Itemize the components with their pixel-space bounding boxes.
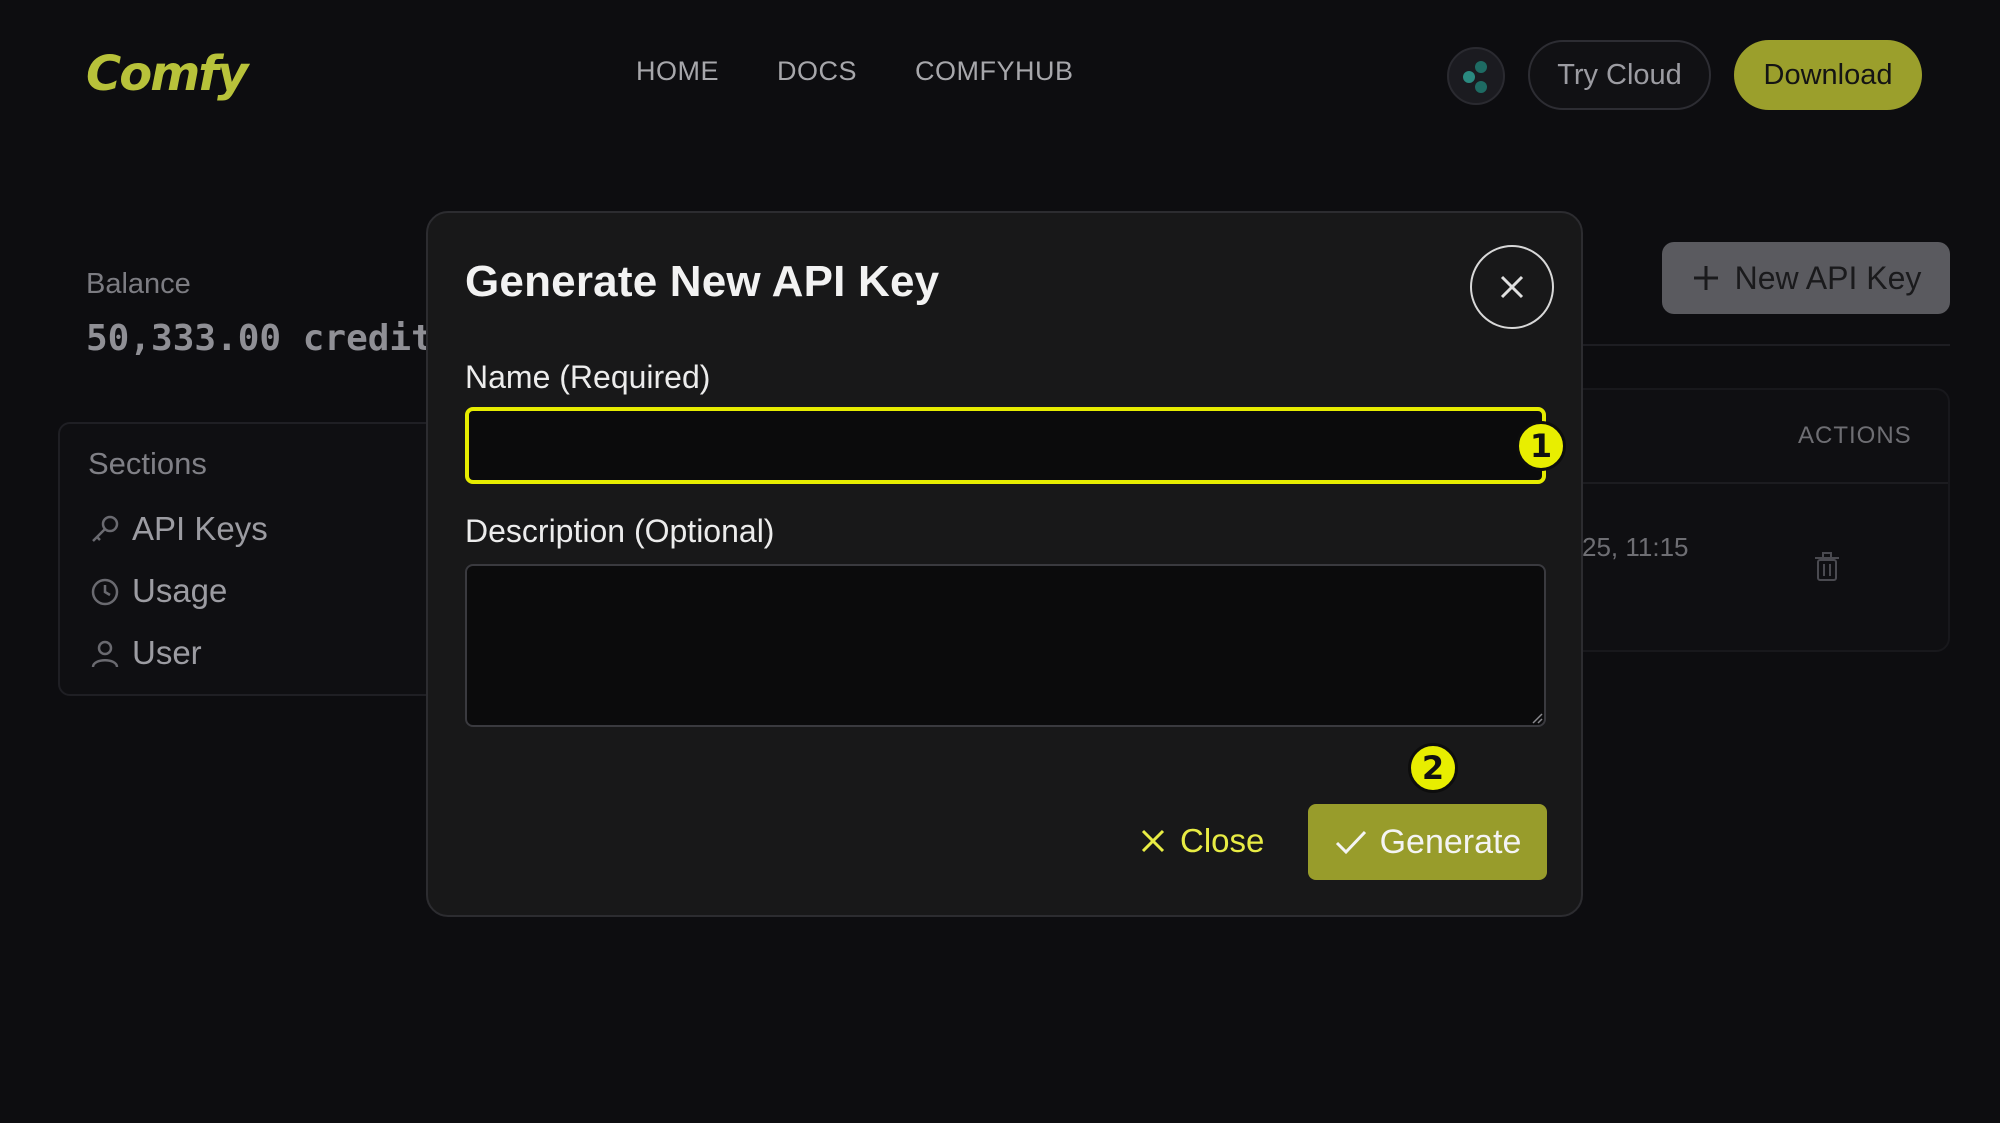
trash-icon xyxy=(1815,552,1839,581)
delete-key-button[interactable] xyxy=(1814,552,1840,587)
check-icon xyxy=(1335,830,1366,855)
sidebar-item-label: Usage xyxy=(132,572,228,609)
try-cloud-button[interactable]: Try Cloud xyxy=(1528,40,1711,110)
top-navigation: Comfy HOME DOCS COMFYHUB Try Cloud Downl… xyxy=(0,0,2000,150)
x-icon xyxy=(1141,829,1165,853)
user-icon xyxy=(91,640,119,668)
close-button[interactable]: Close xyxy=(1138,804,1308,878)
nav-link-home[interactable]: HOME xyxy=(636,56,719,87)
name-input[interactable] xyxy=(465,407,1546,484)
api-keys-table: ACTIONS 25, 11:15 xyxy=(1560,388,1950,652)
generate-button-label: Generate xyxy=(1379,822,1522,861)
new-api-key-button[interactable]: New API Key xyxy=(1662,242,1950,314)
download-button[interactable]: Download xyxy=(1734,40,1922,110)
avatar[interactable] xyxy=(1447,47,1505,105)
step-badge-2: 2 xyxy=(1408,743,1458,793)
divider xyxy=(1580,344,1950,346)
generate-api-key-dialog: Generate New API Key Name (Required) Des… xyxy=(426,211,1583,917)
nav-link-docs[interactable]: DOCS xyxy=(777,56,857,87)
sidebar-item-user[interactable]: User xyxy=(88,634,202,672)
balance-value: 50,333.00 credit xyxy=(86,318,433,359)
dialog-close-button[interactable] xyxy=(1470,245,1554,329)
nav-links: HOME DOCS COMFYHUB xyxy=(636,56,1074,87)
description-input[interactable] xyxy=(465,564,1546,727)
share-logo-icon xyxy=(1463,61,1487,93)
generate-button[interactable]: Generate xyxy=(1308,804,1547,880)
sidebar-item-usage[interactable]: Usage xyxy=(88,572,227,610)
nav-link-comfyhub[interactable]: COMFYHUB xyxy=(915,56,1074,87)
new-api-key-label: New API Key xyxy=(1734,259,1922,296)
dialog-title: Generate New API Key xyxy=(465,257,940,306)
close-button-label: Close xyxy=(1180,822,1265,859)
sidebar-item-api-keys[interactable]: API Keys xyxy=(88,510,268,548)
sidebar-item-label: User xyxy=(132,634,202,671)
name-field-label: Name (Required) xyxy=(465,359,711,395)
sections-title: Sections xyxy=(88,446,207,481)
table-header-divider xyxy=(1562,482,1948,484)
clock-icon xyxy=(91,578,119,606)
sidebar-item-label: API Keys xyxy=(132,510,268,547)
table-row-date: 25, 11:15 xyxy=(1582,532,1689,562)
actions-column-header: ACTIONS xyxy=(1798,422,1912,449)
close-icon xyxy=(1500,275,1524,299)
key-icon xyxy=(92,515,119,542)
comfy-logo[interactable]: Comfy xyxy=(86,46,248,102)
step-badge-1: 1 xyxy=(1516,421,1566,471)
plus-icon xyxy=(1693,266,1718,290)
resize-handle-icon[interactable] xyxy=(1531,712,1543,724)
description-field-label: Description (Optional) xyxy=(465,513,775,549)
balance-label: Balance xyxy=(86,268,191,300)
